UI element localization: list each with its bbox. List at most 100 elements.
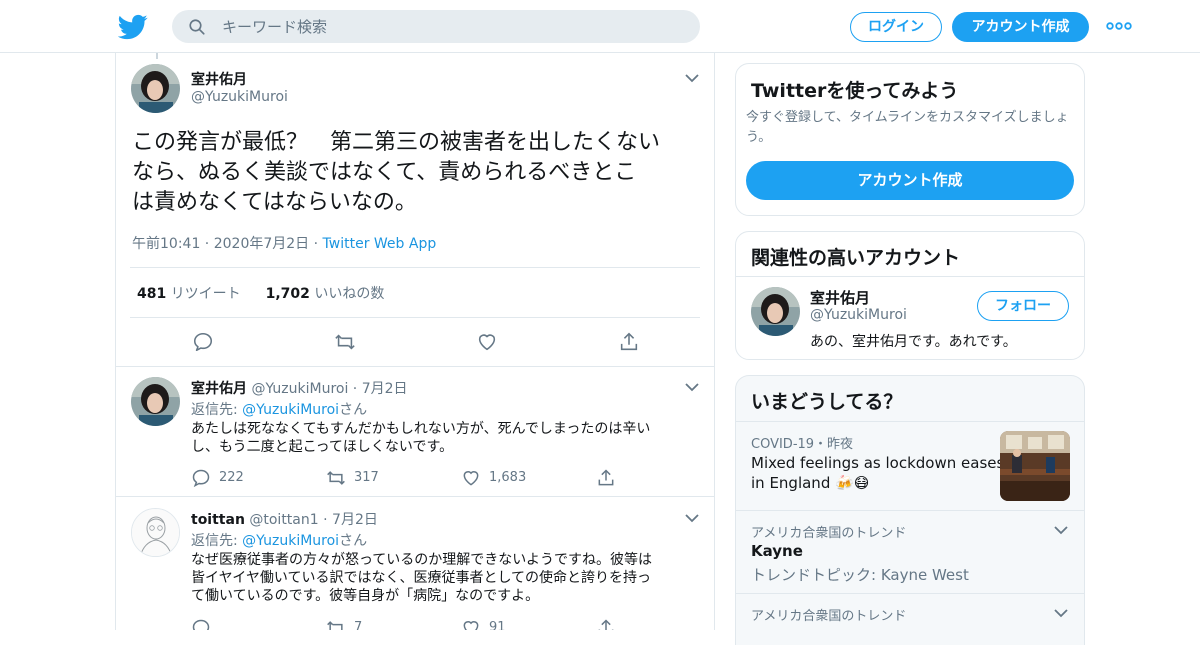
like-label[interactable]: いいねの数 xyxy=(314,286,384,302)
reply-text-line: し、もう二度と起こってほしくないです。 xyxy=(191,439,454,455)
author-name[interactable]: 室井佑月 xyxy=(191,381,247,397)
reply-to-suffix: さん xyxy=(339,402,368,418)
avatar-image xyxy=(132,509,179,556)
reply-to-label: 返信先: xyxy=(191,533,243,549)
trend-item[interactable]: アメリカ合衆国のトレンド xyxy=(736,594,1084,645)
like-count: 1,683 xyxy=(489,470,527,485)
related-card-title: 関連性の高いアカウント xyxy=(751,247,961,269)
avatar[interactable] xyxy=(131,377,180,426)
divider xyxy=(130,317,700,318)
share-icon[interactable] xyxy=(596,618,616,630)
tweet-date[interactable]: 2020年7月2日 xyxy=(214,236,309,252)
tweet-date[interactable]: 7月2日 xyxy=(332,512,378,528)
avatar[interactable] xyxy=(131,508,180,557)
signup-card-subtitle: 今すぐ登録して、タイムラインをカスタマイズしましょう。 xyxy=(746,110,1069,145)
retweet-icon[interactable] xyxy=(334,331,356,353)
twitter-logo-icon[interactable] xyxy=(118,12,148,42)
reply-text-line: 皆イヤイヤ働いている訳ではなく、医療従事者としての使命と誇りを持っ xyxy=(191,570,652,586)
trend-name: Kayne xyxy=(751,542,803,560)
search-bar[interactable] xyxy=(172,10,700,43)
tweet-date[interactable]: 7月2日 xyxy=(362,381,408,397)
reply-icon[interactable] xyxy=(192,331,214,353)
reply-header: toittan @toittan1 · 7月2日 xyxy=(191,512,378,528)
tweet-text-line: は責めなくてはならいなの。 xyxy=(132,190,417,215)
chevron-down-icon[interactable] xyxy=(1054,525,1068,535)
related-account-handle[interactable]: @YuzukiMuroi xyxy=(810,307,907,323)
retweet-icon xyxy=(327,471,345,485)
more-options-icon[interactable] xyxy=(1106,20,1132,32)
trend-meta: COVID-19・昨夜 xyxy=(751,437,854,452)
trends-card: いまどうしてる？ COVID-19・昨夜 Mixed feelings as l… xyxy=(735,375,1085,645)
trend-meta: アメリカ合衆国のトレンド xyxy=(751,526,907,541)
author-handle[interactable]: @toittan1 xyxy=(249,512,318,528)
divider xyxy=(130,267,700,268)
retweet-count: 7 xyxy=(354,620,363,630)
share-icon[interactable] xyxy=(596,468,616,488)
related-accounts-card: 関連性の高いアカウント 室井佑月 @YuzukiMuroi フォロー あの、室井… xyxy=(735,231,1085,360)
avatar-image xyxy=(751,287,800,336)
thread-line xyxy=(156,53,158,59)
reply-to-link[interactable]: @YuzukiMuroi xyxy=(242,402,339,418)
reply-to-link[interactable]: @YuzukiMuroi xyxy=(242,533,339,549)
trend-meta: アメリカ合衆国のトレンド xyxy=(751,609,907,624)
trend-subtitle: トレンドトピック: Kayne West xyxy=(751,566,969,584)
trend-item[interactable]: COVID-19・昨夜 Mixed feelings as lockdown e… xyxy=(736,422,1084,510)
trend-headline: Mixed feelings as lockdown eases in Engl… xyxy=(751,453,1004,493)
search-icon xyxy=(189,19,205,35)
signup-card-button[interactable]: アカウント作成 xyxy=(746,161,1074,200)
signup-button[interactable]: アカウント作成 xyxy=(952,12,1089,42)
tweet-text-line: なら、ぬるく美談ではなくて、責められるべきとこ xyxy=(132,160,637,185)
trend-headline-line: in England 🍻😷 xyxy=(751,474,870,492)
search-input[interactable] xyxy=(222,10,682,43)
reply-to: 返信先: @YuzukiMuroiさん xyxy=(191,399,367,419)
tweet-timestamp: 午前10:41 · 2020年7月2日 · Twitter Web App xyxy=(132,236,437,252)
author-name[interactable]: toittan xyxy=(191,512,245,528)
top-bar: ログイン アカウント作成 xyxy=(0,0,1200,53)
like-icon xyxy=(463,471,479,486)
tweet-time[interactable]: 午前10:41 xyxy=(132,236,200,252)
share-icon[interactable] xyxy=(618,331,640,353)
retweet-icon xyxy=(327,621,343,630)
login-button[interactable]: ログイン xyxy=(850,12,942,42)
tweet-timeline: 室井佑月 @YuzukiMuroi この発言が最低？ 第二第三の被害者を出したく… xyxy=(115,53,715,630)
related-account-bio: あの、室井佑月です。あれです。 xyxy=(810,334,1017,350)
retweet-count: 317 xyxy=(354,470,379,485)
tweet-text: この発言が最低？ 第二第三の被害者を出したくない なら、ぬるく美談ではなくて、責… xyxy=(132,128,702,218)
avatar[interactable] xyxy=(751,287,800,336)
trends-card-title: いまどうしてる？ xyxy=(751,391,903,413)
related-account-name[interactable]: 室井佑月 xyxy=(810,287,870,308)
avatar-image xyxy=(131,64,180,113)
tweet-stats: 481 リツイート 1,702 いいねの数 xyxy=(137,283,384,303)
like-count[interactable]: 1,702 xyxy=(266,286,310,302)
reply-icon xyxy=(192,619,210,630)
retweet-count[interactable]: 481 xyxy=(137,286,166,302)
reply-count: 222 xyxy=(219,470,244,485)
author-handle[interactable]: @YuzukiMuroi xyxy=(251,381,348,397)
tweet-text-line: この発言が最低？ 第二第三の被害者を出したくない xyxy=(132,130,661,155)
reply-text: あたしは死ななくてもすんだかもしれない方が、死んでしまったのは辛い し、もう二度… xyxy=(191,420,691,456)
reply-tweet[interactable]: 室井佑月 @YuzukiMuroi · 7月2日 返信先: @YuzukiMur… xyxy=(116,366,714,496)
tweet-app[interactable]: Twitter Web App xyxy=(323,236,437,252)
reply-tweet[interactable]: toittan @toittan1 · 7月2日 返信先: @YuzukiMur… xyxy=(116,496,714,630)
chevron-down-icon[interactable] xyxy=(685,513,699,523)
reply-to-suffix: さん xyxy=(339,533,368,549)
retweet-label[interactable]: リツイート xyxy=(171,286,241,302)
reply-icon xyxy=(192,469,210,488)
author-name[interactable]: 室井佑月 xyxy=(191,69,247,89)
like-count: 91 xyxy=(489,620,506,630)
signup-card-title: Twitterを使ってみよう xyxy=(751,80,959,102)
reply-to: 返信先: @YuzukiMuroiさん xyxy=(191,530,367,550)
chevron-down-icon[interactable] xyxy=(685,73,699,83)
trend-headline-line: Mixed feelings as lockdown eases xyxy=(751,454,1005,472)
avatar[interactable] xyxy=(131,64,180,113)
like-icon[interactable] xyxy=(476,331,498,353)
trend-item[interactable]: アメリカ合衆国のトレンド Kayne トレンドトピック: Kayne West xyxy=(736,511,1084,593)
chevron-down-icon[interactable] xyxy=(685,382,699,392)
follow-button[interactable]: フォロー xyxy=(977,291,1069,321)
signup-card: Twitterを使ってみよう 今すぐ登録して、タイムラインをカスタマイズしましょ… xyxy=(735,63,1085,216)
reply-to-label: 返信先: xyxy=(191,402,243,418)
trend-thumbnail-image xyxy=(1000,431,1070,501)
like-icon xyxy=(463,621,479,630)
author-handle[interactable]: @YuzukiMuroi xyxy=(191,89,288,105)
chevron-down-icon[interactable] xyxy=(1054,608,1068,618)
